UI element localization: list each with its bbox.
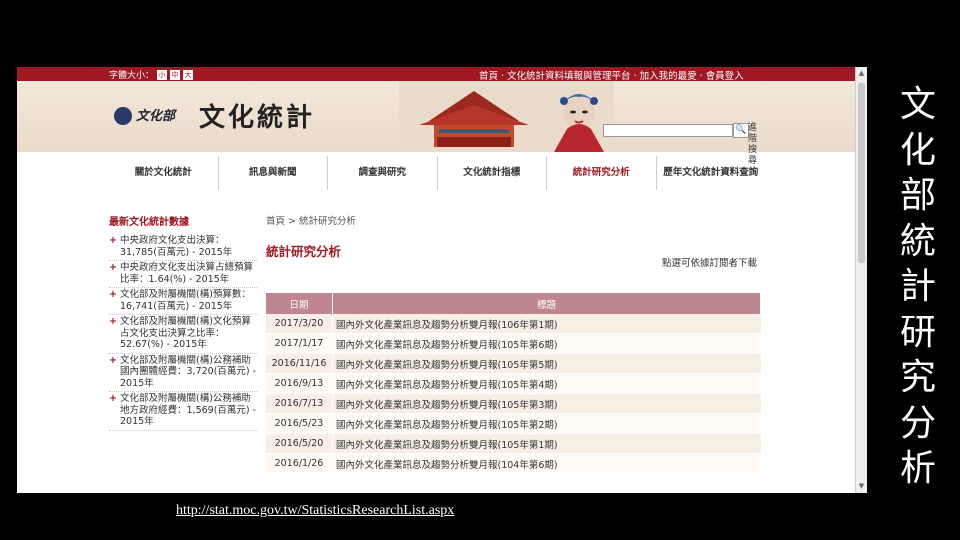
page-title: 統計研究分析 bbox=[266, 244, 342, 259]
sidebar-stat-item[interactable]: 文化部及附屬機關(構)預算數：16,741(百萬元) - 2015年 bbox=[109, 289, 257, 315]
top-links[interactable]: 首頁 ‧ 文化統計資料填報與管理平台 ‧ 加入我的最愛 ‧ 會員登入 bbox=[479, 68, 744, 82]
temple-opera-banner-image bbox=[399, 81, 614, 152]
search-button[interactable]: 🔍 bbox=[733, 123, 749, 138]
nav-item-research-analysis[interactable]: 統計研究分析 bbox=[546, 156, 656, 190]
sidebar-stat-item[interactable]: 文化部及附屬機關(構)公務補助國內團體經費：3,720(百萬元) - 2015年 bbox=[109, 355, 257, 392]
nav-item-indicators[interactable]: 文化統計指標 bbox=[436, 156, 547, 190]
sidebar-heading: 最新文化統計數據 bbox=[109, 217, 189, 228]
sort-note: 點選可依據訂閱者下載 bbox=[662, 258, 758, 269]
font-size-control: 字體大小： 小 中 大 bbox=[109, 68, 194, 81]
nav-item-surveys[interactable]: 調查與研究 bbox=[327, 156, 437, 190]
table-row[interactable]: 2016/9/13 國內外文化產業訊息及趨勢分析雙月報(105年第4期) bbox=[266, 373, 761, 394]
row-title-link[interactable]: 國內外文化產業訊息及趨勢分析雙月報(105年第1期) bbox=[332, 433, 761, 454]
row-title-link[interactable]: 國內外文化產業訊息及趨勢分析雙月報(104年第6期) bbox=[332, 453, 761, 474]
row-title-link[interactable]: 國內外文化產業訊息及趨勢分析雙月報(105年第6期) bbox=[332, 333, 761, 354]
table-row[interactable]: 2016/1/26 國內外文化產業訊息及趨勢分析雙月報(104年第6期) bbox=[266, 453, 761, 474]
row-date: 2016/5/20 bbox=[266, 433, 333, 454]
row-title-link[interactable]: 國內外文化產業訊息及趨勢分析雙月報(105年第2期) bbox=[332, 413, 761, 434]
table-row[interactable]: 2016/5/23 國內外文化產業訊息及趨勢分析雙月報(105年第2期) bbox=[266, 413, 761, 434]
font-size-small-button[interactable]: 小 bbox=[157, 69, 168, 80]
table-row[interactable]: 2016/11/16 國內外文化產業訊息及趨勢分析雙月報(105年第5期) bbox=[266, 353, 761, 374]
research-list-table: 日期 標題 2017/3/20 國內外文化產業訊息及趨勢分析雙月報(106年第1… bbox=[266, 293, 761, 474]
table-row[interactable]: 2016/7/13 國內外文化產業訊息及趨勢分析雙月報(105年第3期) bbox=[266, 393, 761, 414]
vertical-scrollbar[interactable]: ▲ ▼ bbox=[855, 67, 867, 493]
slide-title: 文 化 部 統 計 研 究 分 析 bbox=[888, 82, 948, 492]
slide-title-char: 計 bbox=[899, 266, 936, 307]
row-date: 2016/7/13 bbox=[266, 393, 333, 414]
search-input[interactable] bbox=[603, 124, 733, 137]
font-size-medium-button[interactable]: 中 bbox=[170, 69, 181, 80]
moc-logo-icon[interactable] bbox=[114, 107, 132, 125]
browser-screenshot: 字體大小： 小 中 大 首頁 ‧ 文化統計資料填報與管理平台 ‧ 加入我的最愛 … bbox=[17, 67, 867, 493]
top-bar: 字體大小： 小 中 大 首頁 ‧ 文化統計資料填報與管理平台 ‧ 加入我的最愛 … bbox=[17, 67, 856, 82]
scroll-up-icon[interactable]: ▲ bbox=[857, 69, 866, 78]
table-row[interactable]: 2017/3/20 國內外文化產業訊息及趨勢分析雙月報(106年第1期) bbox=[266, 314, 761, 334]
row-date: 2016/9/13 bbox=[266, 373, 333, 394]
source-url-link[interactable]: http://stat.moc.gov.tw/StatisticsResearc… bbox=[176, 503, 454, 519]
table-row[interactable]: 2016/5/20 國內外文化產業訊息及趨勢分析雙月報(105年第1期) bbox=[266, 433, 761, 454]
sidebar-stat-item[interactable]: 文化部及附屬機關(構)公務補助地方政府經費：1,569(百萬元) - 2015年 bbox=[109, 393, 257, 431]
row-title-link[interactable]: 國內外文化產業訊息及趨勢分析雙月報(106年第1期) bbox=[332, 314, 761, 334]
slide-title-char: 化 bbox=[899, 129, 936, 171]
main-nav: 關於文化統計 訊息與新聞 調查與研究 文化統計指標 統計研究分析 歷年文化統計資… bbox=[109, 156, 765, 190]
logo-text[interactable]: 文化部 bbox=[136, 105, 175, 124]
nav-item-news[interactable]: 訊息與新聞 bbox=[217, 156, 328, 190]
site-title[interactable]: 文化統計 bbox=[199, 97, 315, 134]
slide-title-char: 文 bbox=[899, 84, 936, 125]
row-title-link[interactable]: 國內外文化產業訊息及趨勢分析雙月報(105年第3期) bbox=[332, 393, 761, 414]
row-date: 2016/11/16 bbox=[266, 353, 333, 374]
row-date: 2016/1/26 bbox=[266, 453, 333, 474]
row-title-link[interactable]: 國內外文化產業訊息及趨勢分析雙月報(105年第4期) bbox=[332, 373, 761, 394]
slide-title-char: 析 bbox=[899, 448, 936, 489]
sidebar-stat-item[interactable]: 中央政府文化支出決算占總預算比率：1.64(%) - 2015年 bbox=[109, 262, 257, 288]
column-header-title[interactable]: 標題 bbox=[332, 293, 761, 314]
slide-title-char: 部 bbox=[899, 175, 936, 216]
scroll-down-icon[interactable]: ▼ bbox=[857, 482, 866, 491]
column-header-date[interactable]: 日期 bbox=[266, 293, 333, 314]
font-size-label: 字體大小： bbox=[109, 71, 155, 81]
row-date: 2017/1/17 bbox=[266, 333, 333, 354]
sidebar-stat-item[interactable]: 文化部及附屬機關(構)文化預算占文化支出決算之比率：52.67(%) - 201… bbox=[109, 316, 257, 354]
table-row[interactable]: 2017/1/17 國內外文化產業訊息及趨勢分析雙月報(105年第6期) bbox=[266, 333, 761, 354]
row-title-link[interactable]: 國內外文化產業訊息及趨勢分析雙月報(105年第5期) bbox=[332, 353, 761, 374]
breadcrumb[interactable]: 首頁 > 統計研究分析 bbox=[266, 213, 356, 227]
font-size-large-button[interactable]: 大 bbox=[183, 69, 194, 80]
slide-title-char: 研 bbox=[899, 311, 936, 353]
slide-title-char: 統 bbox=[899, 220, 936, 262]
slide-title-char: 究 bbox=[899, 357, 936, 398]
nav-item-about[interactable]: 關於文化統計 bbox=[109, 156, 218, 190]
scrollbar-thumb[interactable] bbox=[858, 83, 865, 263]
latest-stats-sidebar: 最新文化統計數據 中央政府文化支出決算：31,785(百萬元) - 2015年 … bbox=[109, 213, 257, 432]
row-date: 2016/5/23 bbox=[266, 413, 333, 434]
nav-item-historical-data[interactable]: 歷年文化統計資料查詢 bbox=[655, 156, 766, 190]
sidebar-stat-item[interactable]: 中央政府文化支出決算：31,785(百萬元) - 2015年 bbox=[109, 235, 257, 261]
slide-title-char: 分 bbox=[899, 402, 936, 444]
row-date: 2017/3/20 bbox=[266, 314, 333, 334]
